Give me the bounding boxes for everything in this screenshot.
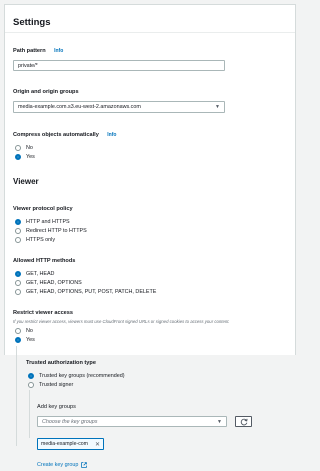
restrict-option-yes[interactable]: Yes — [15, 335, 287, 344]
trusted-option-label: Trusted signer — [39, 381, 74, 388]
origin-select[interactable]: media-example.com.s3.eu-west-2.amazonaws… — [13, 101, 225, 113]
compress-group: Compress objects automatically Info — [13, 123, 287, 141]
restrict-label: Restrict viewer access — [13, 310, 74, 316]
key-groups-select[interactable]: Choose the key groups ▼ — [37, 416, 227, 427]
trusted-option-signer[interactable]: Trusted signer — [28, 380, 287, 389]
methods-option-label: GET, HEAD — [26, 270, 55, 277]
compress-option-no[interactable]: No — [15, 143, 287, 152]
path-pattern-group: Path pattern Info — [13, 39, 287, 57]
radio-icon[interactable] — [15, 144, 21, 151]
tree-line — [29, 390, 30, 438]
create-key-group-label: Create key group — [37, 462, 79, 468]
compress-label: Compress objects automatically — [13, 132, 99, 138]
protocol-option-label: HTTPS only — [26, 236, 56, 243]
close-icon[interactable]: ✕ — [95, 441, 100, 448]
viewer-title: Viewer — [13, 177, 39, 186]
tag-label: media-example-com — [41, 441, 88, 447]
key-groups-label: Add key groups — [37, 404, 76, 410]
origin-group: Origin and origin groups — [13, 80, 287, 98]
restrict-description: If you restrict viewer access, viewers m… — [13, 319, 230, 324]
protocol-option-redirect[interactable]: Redirect HTTP to HTTPS — [15, 226, 287, 235]
radio-icon[interactable] — [15, 236, 21, 243]
methods-option-label: GET, HEAD, OPTIONS, PUT, POST, PATCH, DE… — [26, 288, 157, 295]
restrict-option-label: No — [26, 327, 33, 334]
radio-selected-icon[interactable] — [15, 336, 21, 343]
trusted-option-label: Trusted key groups (recommended) — [39, 372, 125, 379]
radio-icon[interactable] — [28, 381, 34, 388]
protocol-option-http-https[interactable]: HTTP and HTTPS — [15, 217, 287, 226]
methods-option-get-head-options[interactable]: GET, HEAD, OPTIONS — [15, 278, 287, 287]
settings-panel: Settings Path pattern Info private/* Ori… — [4, 4, 296, 468]
path-pattern-label: Path pattern — [13, 48, 46, 54]
compress-option-no-label: No — [26, 144, 33, 151]
caret-down-icon: ▼ — [215, 104, 220, 110]
selected-key-group-tag: media-example-com ✕ — [37, 438, 105, 450]
settings-title: Settings — [13, 17, 51, 28]
radio-icon[interactable] — [15, 327, 21, 334]
radio-selected-icon[interactable] — [28, 372, 34, 379]
external-link-icon — [81, 462, 88, 468]
protocol-option-https-only[interactable]: HTTPS only — [15, 235, 287, 244]
methods-option-label: GET, HEAD, OPTIONS — [26, 279, 82, 286]
path-pattern-info-link[interactable]: Info — [54, 48, 63, 54]
trusted-option-key-groups[interactable]: Trusted key groups (recommended) — [28, 371, 287, 380]
key-groups-subsection: Add key groups Choose the key groups ▼ m… — [29, 390, 287, 471]
radio-icon[interactable] — [15, 288, 21, 295]
tree-line — [16, 346, 17, 446]
settings-content: Path pattern Info private/* Origin and o… — [5, 39, 295, 471]
compress-option-yes[interactable]: Yes — [15, 152, 287, 161]
radio-selected-icon[interactable] — [15, 218, 21, 225]
origin-label: Origin and origin groups — [13, 89, 79, 95]
protocol-option-label: Redirect HTTP to HTTPS — [26, 227, 87, 234]
settings-header: Settings — [5, 5, 295, 33]
path-pattern-input[interactable]: private/* — [13, 60, 225, 71]
restrict-option-label: Yes — [26, 336, 35, 343]
restrict-option-no[interactable]: No — [15, 326, 287, 335]
refresh-icon — [240, 418, 248, 425]
create-key-group-link[interactable]: Create key group — [37, 462, 88, 468]
radio-selected-icon[interactable] — [15, 270, 21, 277]
trusted-label: Trusted authorization type — [26, 360, 96, 366]
radio-selected-icon[interactable] — [15, 153, 21, 160]
origin-select-value: media-example.com.s3.eu-west-2.amazonaws… — [18, 104, 141, 110]
protocol-option-label: HTTP and HTTPS — [26, 218, 70, 225]
radio-icon[interactable] — [15, 279, 21, 286]
methods-label: Allowed HTTP methods — [13, 258, 76, 264]
radio-icon[interactable] — [15, 227, 21, 234]
refresh-button[interactable] — [235, 416, 252, 427]
key-groups-placeholder: Choose the key groups — [42, 418, 98, 425]
compress-info-link[interactable]: Info — [107, 132, 116, 138]
compress-option-yes-label: Yes — [26, 153, 35, 160]
protocol-label: Viewer protocol policy — [13, 206, 73, 212]
methods-option-get-head[interactable]: GET, HEAD — [15, 269, 287, 278]
trusted-subsection: Trusted authorization type Trusted key g… — [16, 346, 287, 471]
caret-down-icon: ▼ — [217, 418, 222, 425]
methods-option-all[interactable]: GET, HEAD, OPTIONS, PUT, POST, PATCH, DE… — [15, 287, 287, 296]
viewer-section-header: Viewer — [13, 171, 287, 189]
